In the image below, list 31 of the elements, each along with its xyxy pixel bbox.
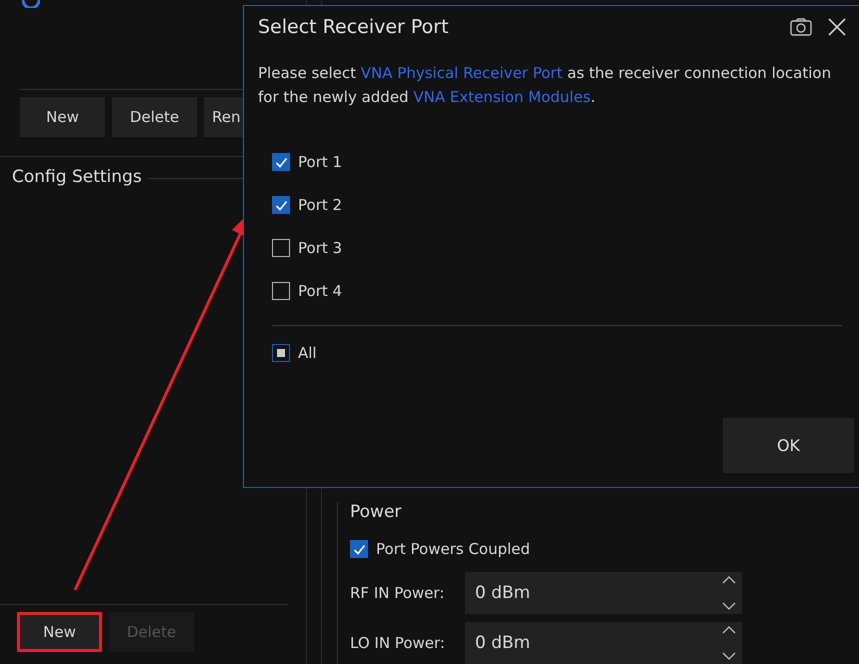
spin-field[interactable]: 0 dBm [465, 622, 742, 664]
checkbox[interactable] [272, 196, 290, 214]
checkbox[interactable] [272, 282, 290, 300]
field-label: LO IN Power: [350, 634, 446, 652]
checkbox[interactable] [272, 344, 290, 362]
checkbox[interactable] [272, 239, 290, 257]
dialog-title: Select Receiver Port [258, 16, 450, 38]
spin-field[interactable]: 0 dBm [465, 572, 742, 614]
spin-arrows-icon[interactable] [722, 575, 736, 611]
close-icon[interactable] [828, 18, 846, 36]
group-title: Power [350, 502, 402, 522]
checkbox-label: All [298, 344, 317, 362]
new-button[interactable]: New [20, 97, 105, 137]
new-button[interactable]: New [17, 612, 102, 652]
link[interactable]: VNA Extension Modules [413, 88, 591, 106]
spin-arrows-icon[interactable] [722, 625, 736, 661]
checkbox-label: Port Powers Coupled [376, 540, 530, 558]
delete-button[interactable]: Delete [112, 97, 197, 137]
camera-icon[interactable] [790, 18, 812, 36]
radio-icon[interactable] [22, 0, 40, 8]
field-label: RF IN Power: [350, 584, 446, 602]
group-title: Config Settings [12, 167, 142, 187]
checkbox[interactable] [350, 540, 368, 558]
dialog-message: Please select VNA Physical Receiver Port as the receiver connection location for the newly added VNA Extension Modules. [258, 63, 832, 108]
ok-button[interactable]: OK [723, 418, 854, 473]
checkbox[interactable] [272, 153, 290, 171]
checkbox-label: Port 2 [298, 196, 342, 214]
checkbox-label: Port 1 [298, 153, 342, 171]
checkbox-label: Port 4 [298, 282, 342, 300]
link[interactable]: VNA Physical Receiver Port [360, 64, 562, 82]
checkbox-label: Port 3 [298, 239, 342, 257]
